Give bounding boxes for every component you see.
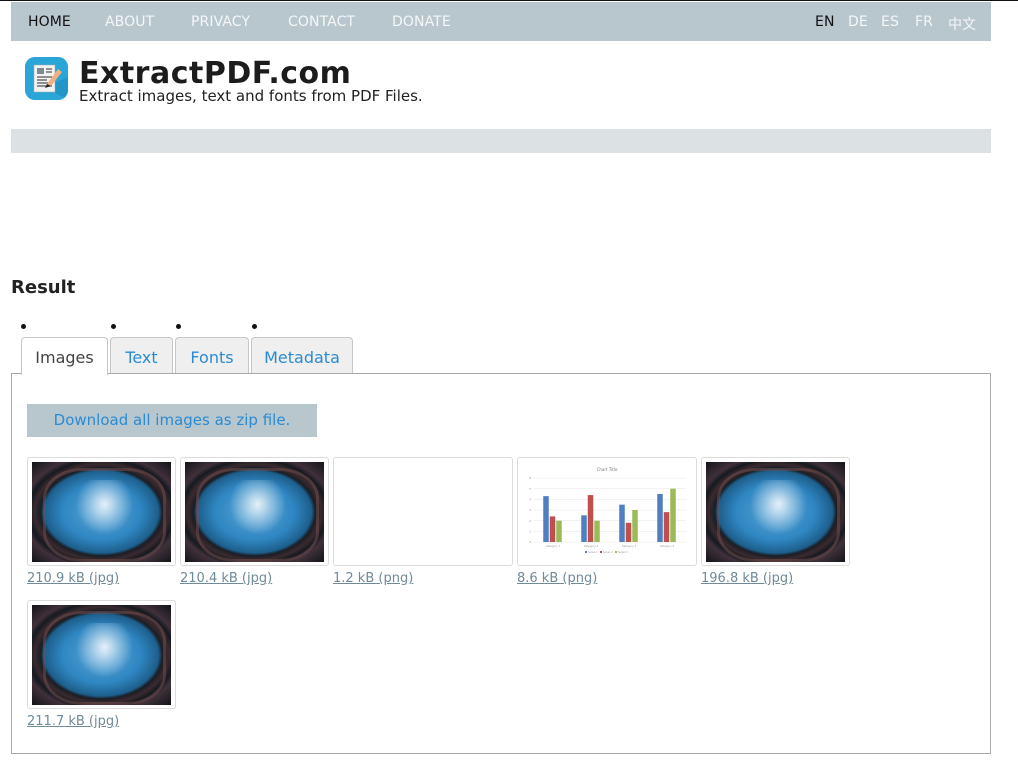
site-tagline: Extract images, text and fonts from PDF … (79, 87, 423, 105)
tab-fonts[interactable]: Fonts (175, 337, 249, 374)
legend-label: Series 3 (618, 551, 628, 554)
tab-bullet (21, 324, 26, 329)
image-preview (32, 605, 171, 705)
legend-label: Series 2 (603, 551, 613, 554)
x-tick-label: Category 1 (546, 544, 561, 548)
image-thumbnail[interactable] (701, 457, 850, 566)
tab-metadata[interactable]: Metadata (251, 337, 353, 374)
chart-bar (556, 520, 562, 542)
lang-en[interactable]: EN (815, 14, 835, 30)
lang-es[interactable]: ES (881, 14, 899, 30)
chart-bar (587, 495, 594, 542)
image-thumbnail[interactable] (333, 457, 513, 566)
image-preview (706, 462, 845, 562)
lang-de[interactable]: DE (848, 14, 868, 30)
banner-bar (11, 129, 991, 153)
chart-bar (657, 494, 663, 542)
tab-text[interactable]: Text (110, 337, 173, 374)
legend-swatch (615, 551, 617, 553)
legend-swatch (585, 551, 587, 553)
nav-home[interactable]: HOME (28, 14, 71, 30)
legend-swatch (600, 551, 602, 553)
chart-bar (543, 496, 549, 542)
images-panel: Download all images as zip file. 210.9 k… (11, 373, 991, 754)
tab-bullet (176, 324, 181, 329)
chart-bar (581, 515, 587, 542)
image-download-link[interactable]: 211.7 kB (jpg) (27, 714, 119, 729)
y-tick-label: 2 (529, 519, 531, 523)
lang-fr[interactable]: FR (915, 14, 933, 30)
nav-contact[interactable]: CONTACT (288, 14, 355, 30)
legend-label: Series 1 (588, 551, 598, 554)
y-tick-label: 1 (529, 530, 531, 534)
y-tick-label: 3 (529, 508, 531, 512)
chart-bar (632, 510, 638, 542)
nav-privacy[interactable]: PRIVACY (191, 14, 250, 30)
image-download-link[interactable]: 210.9 kB (jpg) (27, 571, 119, 586)
chart-bar (549, 516, 556, 542)
x-tick-label: Category 3 (622, 544, 637, 548)
result-heading: Result (11, 277, 76, 298)
image-download-link[interactable]: 1.2 kB (png) (333, 571, 413, 586)
x-tick-label: Category 4 (660, 544, 675, 548)
top-navigation: HOME ABOUT PRIVACY CONTACT DONATE EN DE … (11, 2, 991, 41)
image-thumbnail[interactable] (27, 457, 176, 566)
image-preview (185, 462, 324, 562)
image-download-link[interactable]: 210.4 kB (jpg) (180, 571, 272, 586)
x-tick-label: Category 2 (584, 544, 599, 548)
nav-donate[interactable]: DONATE (392, 14, 451, 30)
chart-bar (663, 512, 670, 542)
tab-images[interactable]: Images (21, 337, 108, 375)
lang-zh[interactable]: 中文 (948, 14, 976, 34)
image-download-link[interactable]: 196.8 kB (jpg) (701, 571, 793, 586)
y-tick-label: 5 (529, 487, 531, 491)
tab-bullet (111, 324, 116, 329)
y-tick-label: 0 (529, 540, 531, 544)
chart-bar (619, 504, 625, 542)
chart-bar (594, 520, 600, 542)
image-download-link[interactable]: 8.6 kB (png) (517, 571, 597, 586)
chart-title: Chart Title (597, 467, 618, 472)
chart-bar (625, 522, 632, 542)
y-tick-label: 4 (529, 498, 531, 502)
image-thumbnail[interactable] (180, 457, 329, 566)
nav-about[interactable]: ABOUT (105, 14, 154, 30)
chart-bar (670, 488, 676, 542)
image-thumbnail[interactable]: Chart Title 0 1 2 3 4 5 6 Category 1 Category 2 Ca… (517, 457, 697, 566)
image-preview (32, 462, 171, 562)
y-tick-label: 6 (529, 476, 531, 480)
download-zip-button[interactable]: Download all images as zip file. (27, 404, 317, 437)
pdf-document-edit-icon (25, 57, 68, 100)
tab-bullet (252, 324, 257, 329)
image-thumbnail[interactable] (27, 600, 176, 709)
chart-image: Chart Title 0 1 2 3 4 5 6 Category 1 Category 2 Ca… (529, 467, 686, 554)
